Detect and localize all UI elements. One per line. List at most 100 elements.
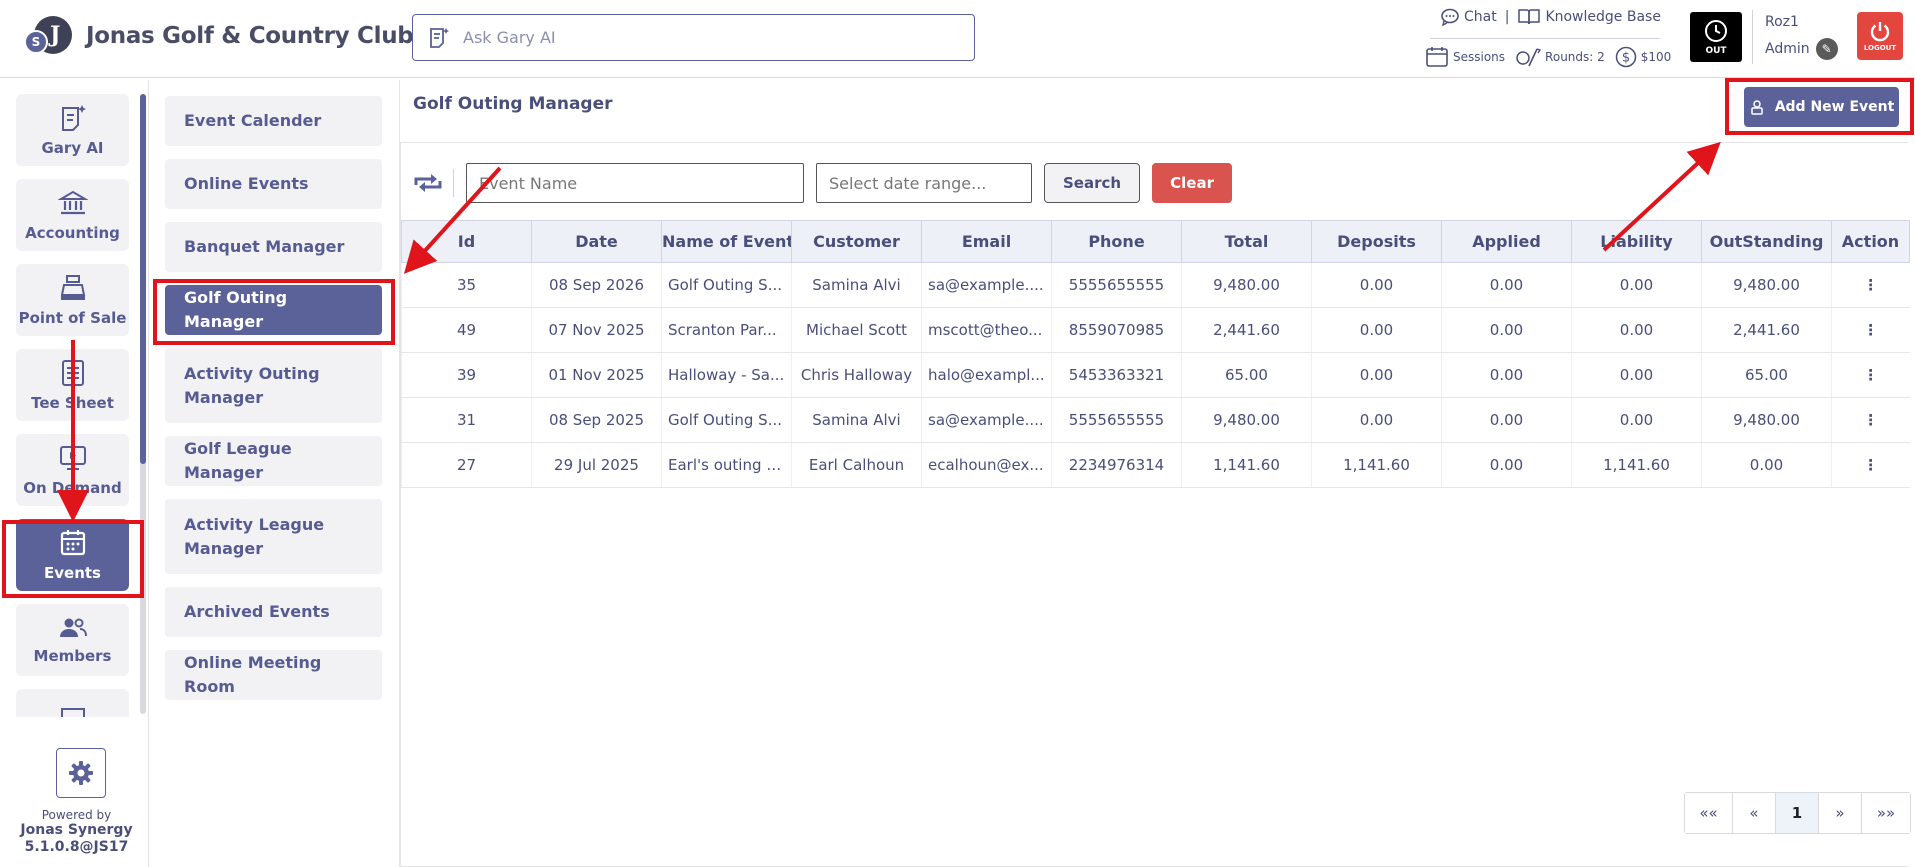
rail-item-point-of-sale[interactable]: Point of Sale [16,264,129,336]
cell-deposits: 0.00 [1311,262,1442,308]
cell-liability: 0.00 [1571,307,1702,353]
submenu-activity-league-manager[interactable]: Activity League Manager [165,499,382,574]
rail-item-accounting[interactable]: Accounting [16,179,129,251]
cell-id: 39 [401,352,532,398]
row-action-menu-icon[interactable]: ⋮ [1831,442,1910,488]
cell-liability: 0.00 [1571,397,1702,443]
refresh-button[interactable] [411,166,445,200]
cell-phone: 8559070985 [1051,307,1182,353]
row-action-menu-icon[interactable]: ⋮ [1831,352,1910,398]
cell-phone: 5555655555 [1051,262,1182,308]
cell-phone: 5453363321 [1051,352,1182,398]
clear-button[interactable]: Clear [1152,163,1233,203]
table-row[interactable]: 31 08 Sep 2025 Golf Outing S... Samina A… [401,397,1910,443]
cell-outstanding: 9,480.00 [1701,397,1832,443]
clock-out-button[interactable]: OUT [1690,12,1742,62]
page-last-button[interactable]: »» [1862,793,1910,833]
knowledge-base-link[interactable]: Knowledge Base [1517,8,1661,26]
page-prev-button[interactable]: « [1733,793,1776,833]
page-first-button[interactable]: «« [1685,793,1733,833]
logout-button[interactable]: LOGOUT [1857,12,1903,60]
submenu-event-calender[interactable]: Event Calender [165,96,382,146]
ask-gary-input[interactable] [463,28,943,47]
column-header[interactable]: Liability [1571,220,1702,263]
page-next-button[interactable]: » [1819,793,1862,833]
table-row[interactable]: 27 29 Jul 2025 Earl's outing e... Earl C… [401,442,1910,488]
cell-date: 07 Nov 2025 [531,307,662,353]
svg-text:$: $ [1622,51,1630,66]
cell-applied: 0.00 [1441,397,1572,443]
events-table: Id Date Name of Event Customer Email Pho… [401,220,1910,488]
cell-total: 9,480.00 [1181,262,1312,308]
powered-by: Powered by Jonas Synergy 5.1.0.8@JS17 [20,808,133,855]
user-lock-icon [1750,100,1763,115]
events-submenu: Event Calender Online Events Banquet Man… [150,80,400,867]
user-info: Roz1 Admin ✎ [1752,10,1838,64]
submenu-golf-league-manager[interactable]: Golf League Manager [165,436,382,486]
row-action-menu-icon[interactable]: ⋮ [1831,397,1910,443]
column-header[interactable]: Total [1181,220,1312,263]
column-header[interactable]: Date [531,220,662,263]
cell-applied: 0.00 [1441,307,1572,353]
cell-deposits: 1,141.60 [1311,442,1442,488]
column-header[interactable]: Deposits [1311,220,1442,263]
column-header[interactable]: Email [921,220,1052,263]
rail-scrollbar[interactable] [140,94,146,714]
rail-item-partial[interactable] [16,689,129,717]
row-action-menu-icon[interactable]: ⋮ [1831,307,1910,353]
cell-total: 9,480.00 [1181,397,1312,443]
column-header[interactable]: Phone [1051,220,1182,263]
submenu-activity-outing-manager[interactable]: Activity Outing Manager [165,348,382,423]
cell-id: 35 [401,262,532,308]
club-logo: J S [24,16,72,56]
table-row[interactable]: 49 07 Nov 2025 Scranton Par... Michael S… [401,307,1910,353]
user-name: Roz1 [1765,14,1799,30]
link-separator: | [1504,9,1510,25]
pagination: «« « 1 » »» [1684,792,1911,834]
ask-gary-box[interactable] [412,14,975,61]
cell-customer: Samina Alvi [791,262,922,308]
session-links: Sessions Rounds: 2 $ $100 [1425,46,1671,68]
page-current-button[interactable]: 1 [1776,793,1819,833]
submenu-archived-events[interactable]: Archived Events [165,587,382,637]
rounds-link[interactable]: Rounds: 2 [1515,46,1605,68]
event-name-input[interactable] [466,163,804,203]
submenu-online-meeting-room[interactable]: Online Meeting Room [165,650,382,700]
cell-customer: Chris Halloway [791,352,922,398]
header: J S Jonas Golf & Country Club Chat | Kn [0,0,1915,78]
table-row[interactable]: 39 01 Nov 2025 Halloway - Sa... Chris Ha… [401,352,1910,398]
column-header[interactable]: Customer [791,220,922,263]
cell-email: sa@example.... [921,397,1052,443]
edit-profile-icon[interactable]: ✎ [1815,38,1838,60]
search-button[interactable]: Search [1044,163,1141,203]
date-range-input[interactable] [816,163,1032,203]
sessions-link[interactable]: Sessions [1425,46,1505,68]
rail-item-events[interactable]: Events [16,519,129,591]
gear-icon [69,761,93,785]
rail-item-members[interactable]: Members [16,604,129,676]
column-header[interactable]: Applied [1441,220,1572,263]
cell-event-name: Golf Outing S... [661,262,792,308]
chat-link[interactable]: Chat [1440,8,1497,26]
members-icon [59,618,87,637]
table-row[interactable]: 35 08 Sep 2026 Golf Outing S... Samina A… [401,262,1910,308]
table-header-row: Id Date Name of Event Customer Email Pho… [401,220,1910,263]
rail-item-gary-ai[interactable]: Gary AI [16,94,129,166]
column-header[interactable]: OutStanding [1701,220,1832,263]
rail-item-tee-sheet[interactable]: Tee Sheet [16,349,129,421]
submenu-online-events[interactable]: Online Events [165,159,382,209]
cell-date: 29 Jul 2025 [531,442,662,488]
column-header[interactable]: Id [401,220,532,263]
cell-email: mscott@theo... [921,307,1052,353]
submenu-golf-outing-manager[interactable]: Golf Outing Manager [165,285,382,335]
column-header[interactable]: Action [1831,220,1910,263]
column-header[interactable]: Name of Event [661,220,792,263]
row-action-menu-icon[interactable]: ⋮ [1831,262,1910,308]
settings-button[interactable] [56,748,106,798]
balance-link[interactable]: $ $100 [1615,46,1671,68]
submenu-banquet-manager[interactable]: Banquet Manager [165,222,382,272]
rail-scrollbar-thumb[interactable] [140,94,146,464]
add-new-event-button[interactable]: Add New Event [1744,87,1899,127]
rail-item-on-demand[interactable]: On Demand [16,434,129,506]
brand[interactable]: J S Jonas Golf & Country Club [24,16,414,56]
